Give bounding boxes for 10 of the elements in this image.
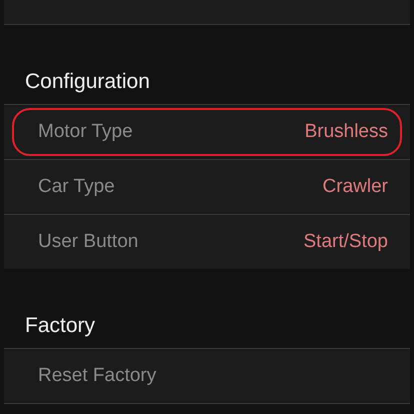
section-header: Configuration	[25, 71, 150, 92]
row-value: Brushless	[304, 120, 388, 144]
row-label: Motor Type	[38, 120, 133, 144]
settings-row[interactable]: Motor Type Brushless	[12, 108, 402, 156]
row-label: Car Type	[38, 174, 115, 199]
row-label: Reset Factory	[38, 364, 156, 388]
row-value: Start/Stop	[304, 230, 388, 254]
section-header: Factory	[25, 315, 96, 336]
row-label: User Button	[38, 230, 138, 254]
row-value: Crawler	[322, 174, 388, 199]
